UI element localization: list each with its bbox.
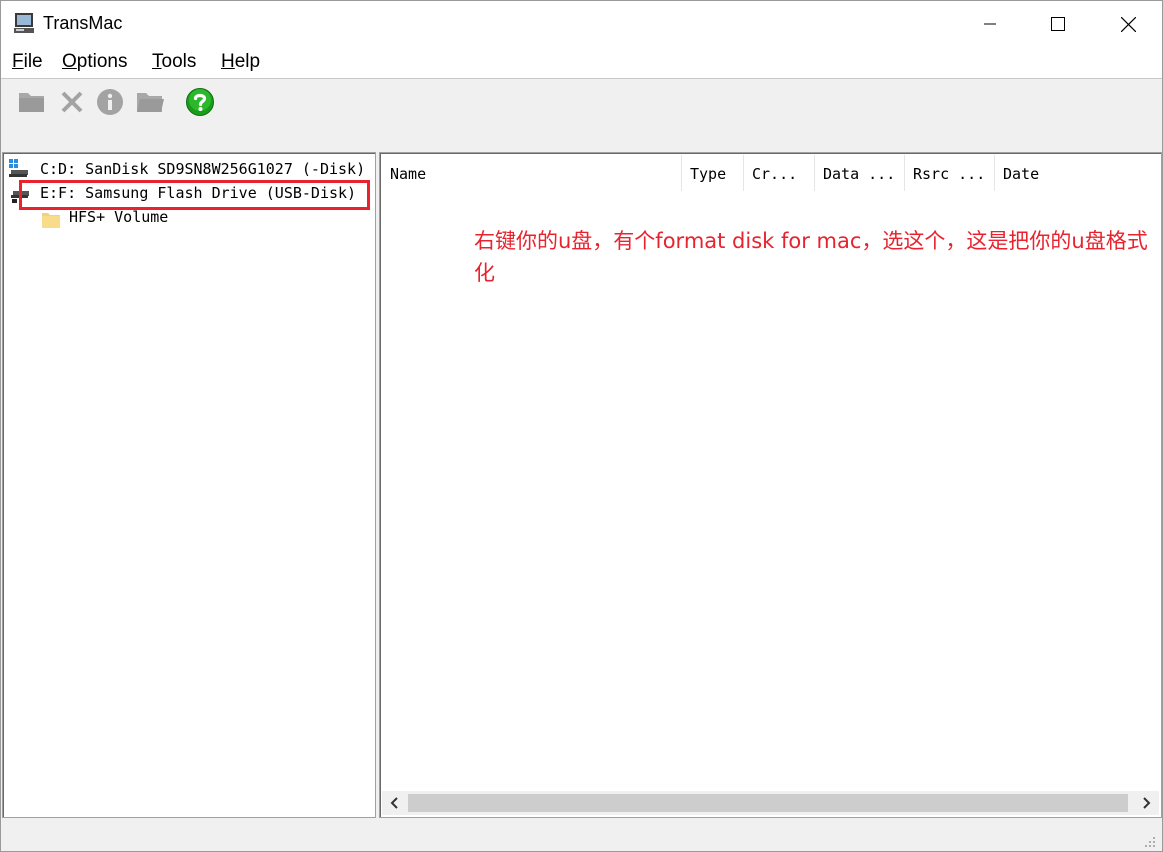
folder-open-icon: [137, 93, 164, 112]
content-area: C:D: SanDisk SD9SN8W256G1027 (-Disk) E:F…: [1, 148, 1162, 818]
window-title: TransMac: [43, 13, 123, 33]
maximize-icon: [1051, 17, 1065, 31]
menu-file-mnemonic: F: [12, 51, 24, 72]
menu-tools[interactable]: Tools: [152, 51, 196, 73]
scroll-thumb[interactable]: [408, 794, 1128, 812]
delete-button[interactable]: [55, 85, 89, 119]
column-type[interactable]: Type: [682, 155, 744, 191]
list-header: Name Type Cr... Data ... Rsrc ... Date: [382, 155, 1159, 191]
computer-app-icon: [14, 13, 34, 33]
menu-help-mnemonic: H: [221, 51, 235, 72]
minimize-button[interactable]: [967, 1, 1013, 47]
info-icon: [97, 89, 123, 115]
delete-x-icon: [61, 91, 83, 113]
close-button[interactable]: [1105, 1, 1151, 47]
tree-item-disk-c[interactable]: C:D: SanDisk SD9SN8W256G1027 (-Disk): [40, 160, 365, 178]
column-rsrc-size[interactable]: Rsrc ...: [905, 155, 995, 191]
menu-options-mnemonic: O: [62, 51, 77, 72]
folder-icon: [42, 213, 60, 228]
chevron-left-icon: [390, 797, 398, 809]
menu-options[interactable]: Options: [62, 51, 127, 73]
tree-item-hfs-volume[interactable]: HFS+ Volume: [69, 208, 168, 226]
annotation-text: 右键你的u盘，有个format disk for mac，选这个，这是把你的u盘…: [474, 229, 1148, 285]
column-data-size[interactable]: Data ...: [815, 155, 905, 191]
menu-tools-mnemonic: T: [152, 51, 162, 72]
folder-icon: [19, 93, 44, 112]
app-window: TransMac File Options Tools Help C:D: Sa…: [0, 0, 1163, 852]
menu-help[interactable]: Help: [221, 51, 260, 73]
column-date[interactable]: Date: [995, 155, 1159, 191]
close-icon: [1120, 16, 1136, 32]
resize-grip-icon[interactable]: [1142, 834, 1156, 848]
menu-bar: File Options Tools Help: [1, 47, 1162, 78]
scroll-left-button[interactable]: [382, 791, 408, 815]
status-bar: [1, 818, 1162, 851]
new-folder-button[interactable]: [15, 85, 49, 119]
menu-tools-label: ools: [161, 51, 197, 72]
toolbar: [1, 78, 1162, 148]
scroll-right-button[interactable]: [1133, 791, 1159, 815]
column-creator[interactable]: Cr...: [744, 155, 815, 191]
horizontal-scrollbar[interactable]: [382, 791, 1159, 815]
chevron-right-icon: [1143, 797, 1151, 809]
menu-file[interactable]: File: [12, 51, 43, 73]
annotation-highlight-box: [19, 180, 370, 210]
menu-file-label: ile: [23, 51, 43, 72]
help-icon: [186, 88, 214, 116]
menu-options-label: ptions: [76, 51, 128, 72]
title-bar: TransMac: [1, 1, 1162, 47]
windows-disk-icon: [9, 159, 28, 177]
minimize-icon: [984, 23, 996, 25]
disk-tree-panel[interactable]: C:D: SanDisk SD9SN8W256G1027 (-Disk) E:F…: [2, 152, 376, 818]
help-button[interactable]: [183, 85, 217, 119]
menu-help-label: elp: [234, 51, 261, 72]
open-folder-button[interactable]: [133, 85, 167, 119]
file-list-panel[interactable]: Name Type Cr... Data ... Rsrc ... Date 右…: [379, 152, 1162, 818]
maximize-button[interactable]: [1035, 1, 1081, 47]
info-button[interactable]: [93, 85, 127, 119]
column-name[interactable]: Name: [382, 155, 682, 191]
